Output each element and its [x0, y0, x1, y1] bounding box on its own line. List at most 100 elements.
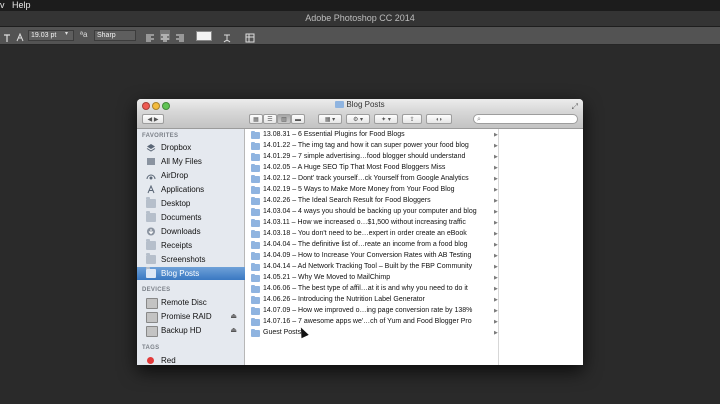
sidebar-item-label: Applications [161, 185, 205, 194]
text-color-swatch[interactable] [196, 31, 212, 41]
search-field[interactable]: ⌕ [473, 114, 578, 124]
icon-view-button[interactable]: ▦ [249, 114, 263, 124]
window-title-text: Blog Posts [346, 100, 385, 109]
column-view-button[interactable]: ▥ [277, 114, 291, 124]
list-item[interactable]: 14.04.04 – The definitive list of…reate … [246, 240, 499, 250]
list-item[interactable]: 14.03.18 – You don't need to be…expert i… [246, 229, 499, 239]
character-panel-icon[interactable] [245, 30, 255, 43]
folder-icon [251, 263, 260, 271]
list-item[interactable]: 14.03.11 – How we increased o…$1,500 wit… [246, 218, 499, 228]
font-size-dropdown-icon[interactable]: ▾ [65, 30, 68, 37]
disclosure-arrow-icon: ▶ [494, 242, 498, 248]
sidebar-item-downloads[interactable]: Downloads [137, 225, 245, 238]
sidebar-item-backup-hd[interactable]: Backup HD ⏏ [137, 324, 245, 337]
sidebar-item-label: Remote Disc [161, 298, 207, 307]
folder-icon [251, 186, 260, 194]
downloads-icon [146, 227, 156, 236]
disclosure-arrow-icon: ▶ [494, 132, 498, 138]
action-button[interactable]: ⚙ ▾ [346, 114, 370, 124]
back-forward-control[interactable]: ◀ ▶ [142, 114, 164, 124]
list-item[interactable]: Guest Posts ▶ [246, 328, 499, 338]
sidebar-item-remote-disc[interactable]: Remote Disc [137, 296, 245, 309]
sidebar-item-screenshots[interactable]: Screenshots [137, 253, 245, 266]
sidebar-item-documents[interactable]: Documents [137, 211, 245, 224]
sidebar-item-label: All My Files [161, 157, 202, 166]
sidebar-item-applications[interactable]: Applications [137, 183, 245, 196]
sidebar-item-label: Documents [161, 213, 202, 222]
disclosure-arrow-icon: ▶ [494, 154, 498, 160]
share-button[interactable]: ⇪ [402, 114, 422, 124]
list-item[interactable]: 14.01.29 – 7 simple advertising…food blo… [246, 152, 499, 162]
list-item[interactable]: 14.02.05 – A Huge SEO Tip That Most Food… [246, 163, 499, 173]
folder-name: 14.02.26 – The Ideal Search Result for F… [263, 197, 431, 204]
list-item[interactable]: 14.06.26 – Introducing the Nutrition Lab… [246, 295, 499, 305]
list-view-button[interactable]: ☰ [263, 114, 277, 124]
warp-text-icon[interactable] [222, 30, 232, 43]
sidebar-item-label: Promise RAID [161, 312, 212, 321]
list-item[interactable]: 14.04.14 – Ad Network Tracking Tool – Bu… [246, 262, 499, 272]
list-item[interactable]: 14.03.04 – 4 ways you should be backing … [246, 207, 499, 217]
list-item[interactable]: 13.08.31 – 6 Essential Plugins for Food … [246, 130, 499, 140]
eject-icon[interactable]: ⏏ [230, 310, 237, 323]
tags-button[interactable]: ◖◗ [426, 114, 452, 124]
arrange-button[interactable]: ▦ ▾ [318, 114, 342, 124]
cover-flow-button[interactable]: ▬ [291, 114, 305, 124]
sidebar-item-blog-posts[interactable]: Blog Posts [137, 267, 245, 280]
antialias-icon: ªa [80, 30, 88, 39]
folder-name: 14.04.09 – How to Increase Your Conversi… [263, 252, 472, 259]
text-orientation-icon[interactable] [2, 30, 12, 42]
all-files-icon [146, 157, 156, 166]
list-item[interactable]: 14.02.19 – 5 Ways to Make More Money fro… [246, 185, 499, 195]
disclosure-arrow-icon: ▶ [494, 165, 498, 171]
hard-drive-icon [146, 312, 158, 323]
sidebar-item-dropbox[interactable]: Dropbox [137, 141, 245, 154]
list-item[interactable]: 14.04.09 – How to Increase Your Conversi… [246, 251, 499, 261]
dropbox-button[interactable]: ✦ ▾ [374, 114, 398, 124]
folder-icon [251, 296, 260, 304]
disclosure-arrow-icon: ▶ [494, 198, 498, 204]
folder-icon [251, 252, 260, 260]
sidebar-item-desktop[interactable]: Desktop [137, 197, 245, 210]
folder-icon [251, 230, 260, 238]
list-item[interactable]: 14.02.26 – The Ideal Search Result for F… [246, 196, 499, 206]
sidebar-item-label: Backup HD [161, 326, 202, 335]
align-left-icon[interactable] [145, 30, 155, 42]
folder-name: 14.03.18 – You don't need to be…expert i… [263, 230, 467, 237]
disclosure-arrow-icon: ▶ [494, 275, 498, 281]
folder-name: 14.07.16 – 7 awesome apps we'…ch of Yum … [263, 318, 472, 325]
folder-icon [251, 175, 260, 183]
sidebar-item-all-my-files[interactable]: All My Files [137, 155, 245, 168]
finder-toolbar: ◀ ▶ ▦ ☰ ▥ ▬ ▦ ▾ ⚙ ▾ ✦ ▾ ⇪ ◖◗ ⌕ [137, 111, 583, 129]
align-center-icon[interactable] [160, 30, 170, 42]
folder-icon [251, 208, 260, 216]
list-item[interactable]: 14.05.21 – Why We Moved to MailChimp ▶ [246, 273, 499, 283]
folder-name: 14.04.04 – The definitive list of…reate … [263, 241, 468, 248]
sidebar-item-label: Receipts [161, 241, 193, 250]
sidebar-item-promise-raid[interactable]: Promise RAID ⏏ [137, 310, 245, 323]
menu-bar: v Help [0, 0, 720, 11]
folder-name: 14.06.06 – The best type of affil…at it … [263, 285, 468, 292]
sidebar-item-airdrop[interactable]: AirDrop [137, 169, 245, 182]
folder-icon [251, 329, 260, 337]
options-bar: 19.03 pt ▾ ªa Sharp [0, 27, 720, 45]
align-right-icon[interactable] [175, 30, 185, 42]
sidebar-item-receipts[interactable]: Receipts [137, 239, 245, 252]
sidebar-item-tag-red[interactable]: Red [137, 354, 245, 365]
airdrop-icon [146, 171, 156, 180]
sidebar-item-label: Dropbox [161, 143, 192, 152]
eject-icon[interactable]: ⏏ [230, 324, 237, 337]
list-item[interactable]: 14.07.16 – 7 awesome apps we'…ch of Yum … [246, 317, 499, 327]
list-item[interactable]: 14.01.22 – The img tag and how it can su… [246, 141, 499, 151]
list-item[interactable]: 14.07.09 – How we improved o…ing page co… [246, 306, 499, 316]
folder-icon [146, 267, 156, 278]
antialias-select[interactable]: Sharp [94, 30, 136, 41]
menu-item-help[interactable]: Help [12, 0, 31, 11]
list-item[interactable]: 14.06.06 – The best type of affil…at it … [246, 284, 499, 294]
menu-item-view[interactable]: v [0, 0, 5, 11]
disclosure-arrow-icon: ▶ [494, 319, 498, 325]
folder-icon [251, 285, 260, 293]
folder-icon [146, 239, 156, 250]
disclosure-arrow-icon: ▶ [494, 176, 498, 182]
folder-icon [251, 164, 260, 172]
list-item[interactable]: 14.02.12 – Dont' track yourself…ck Yours… [246, 174, 499, 184]
